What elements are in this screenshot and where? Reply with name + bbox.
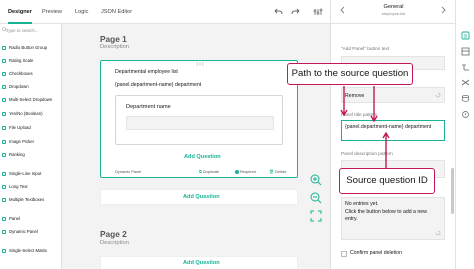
callout-source-id: Source question ID — [339, 168, 435, 194]
dynamic-panel-icon — [2, 230, 6, 234]
tab-preview[interactable]: Preview — [42, 0, 62, 24]
settings-icon[interactable] — [312, 6, 324, 18]
department-name-input[interactable] — [126, 116, 274, 130]
tagbox-icon — [2, 98, 6, 102]
add-question-inner-button[interactable]: Add Question — [184, 154, 221, 160]
page2-add-question-button[interactable]: Add Question — [183, 260, 220, 266]
redo-icon[interactable] — [290, 6, 302, 18]
chevron-right-icon[interactable] — [439, 6, 447, 14]
property-category-title: General — [383, 4, 404, 10]
callout-path-arrow — [340, 86, 378, 123]
image-icon — [2, 140, 6, 144]
survey-creator: Designer Preview Logic JSON Editor Type … — [0, 0, 474, 269]
toolbox: Type to search... Radio Button Group Rat… — [0, 24, 62, 269]
general-tab-icon[interactable] — [461, 31, 470, 40]
layout-tab-icon[interactable] — [461, 47, 470, 56]
confirm-delete-checkbox[interactable] — [341, 251, 347, 257]
zoom-out-icon[interactable] — [308, 190, 324, 206]
inner-question[interactable]: Department name — [115, 95, 283, 145]
data-tab-icon[interactable] — [461, 94, 470, 103]
design-canvas: Page 1 Description Departmental employee… — [62, 24, 305, 269]
reset-icon[interactable] — [435, 92, 441, 98]
side-bar-tabs — [455, 0, 474, 269]
multipletext-icon — [2, 198, 6, 202]
zoom-fit-icon[interactable] — [308, 208, 324, 224]
panel-icon — [2, 217, 6, 221]
dropdown-icon — [2, 85, 6, 89]
department-name-label: Department name — [126, 104, 171, 110]
dynamic-panel-question[interactable]: Departmental employee list {panel.depart… — [100, 60, 298, 178]
add-question-button[interactable]: Add Question — [183, 194, 220, 200]
callout-source-id-arrow — [382, 131, 390, 168]
duplicate-icon: ⧉ — [199, 169, 202, 174]
validation-tab-icon[interactable] — [461, 110, 470, 119]
undo-icon[interactable] — [272, 6, 284, 18]
tab-json-editor[interactable]: JSON Editor — [101, 0, 132, 24]
required-toggle-icon — [235, 169, 239, 174]
tab-designer[interactable]: Designer — [8, 0, 32, 24]
page1-title[interactable]: Page 1 — [100, 34, 127, 44]
boolean-icon — [2, 112, 6, 116]
page2-add-question-bar[interactable]: Add Question — [100, 256, 298, 269]
duplicate-button[interactable]: ⧉ Duplicate — [199, 169, 219, 174]
scrollbar-thumb[interactable] — [451, 168, 454, 214]
property-grid-header: General employee-list — [331, 0, 456, 24]
matrix-icon — [2, 249, 6, 253]
zoom-in-icon[interactable] — [308, 172, 324, 188]
add-panel-text-label: "Add Panel" button text — [341, 46, 390, 51]
radio-icon — [2, 46, 6, 50]
required-toggle[interactable]: Required — [235, 169, 256, 174]
delete-button[interactable]: 🗑 Delete — [269, 169, 286, 174]
tab-logic[interactable]: Logic — [75, 0, 88, 24]
text-input-icon — [2, 172, 6, 176]
page1-description[interactable]: Description — [100, 44, 129, 50]
rating-icon — [2, 59, 6, 63]
file-icon — [2, 126, 6, 130]
trash-icon: 🗑 — [269, 169, 274, 174]
empty-message-value: No entries yet. Click the button below t… — [345, 201, 427, 223]
checkbox-icon — [2, 72, 6, 76]
page2-title[interactable]: Page 2 — [100, 229, 127, 239]
ranking-icon — [2, 153, 6, 157]
reset-icon[interactable] — [435, 230, 441, 236]
confirm-delete-label: Confirm panel deletion — [350, 250, 402, 256]
shuffle-tab-icon[interactable] — [461, 78, 470, 87]
add-question-bar[interactable]: Add Question — [100, 189, 298, 205]
dynamic-panel-title-template: {panel.department-name} department — [115, 82, 202, 88]
page2-description[interactable]: Description — [100, 240, 129, 246]
callout-path: Path to the source question — [287, 63, 413, 85]
question-type-selector[interactable]: Dynamic Panel — [115, 169, 141, 174]
selected-question-name: employee-list — [381, 11, 406, 16]
logic-tab-icon[interactable] — [461, 63, 470, 72]
toolbox-search-input[interactable]: Type to search... — [6, 28, 38, 33]
comment-icon — [2, 185, 6, 189]
drag-handle-icon[interactable] — [195, 62, 205, 66]
top-toolbar: Designer Preview Logic JSON Editor — [0, 0, 330, 24]
dynamic-panel-title[interactable]: Departmental employee list — [115, 69, 178, 75]
